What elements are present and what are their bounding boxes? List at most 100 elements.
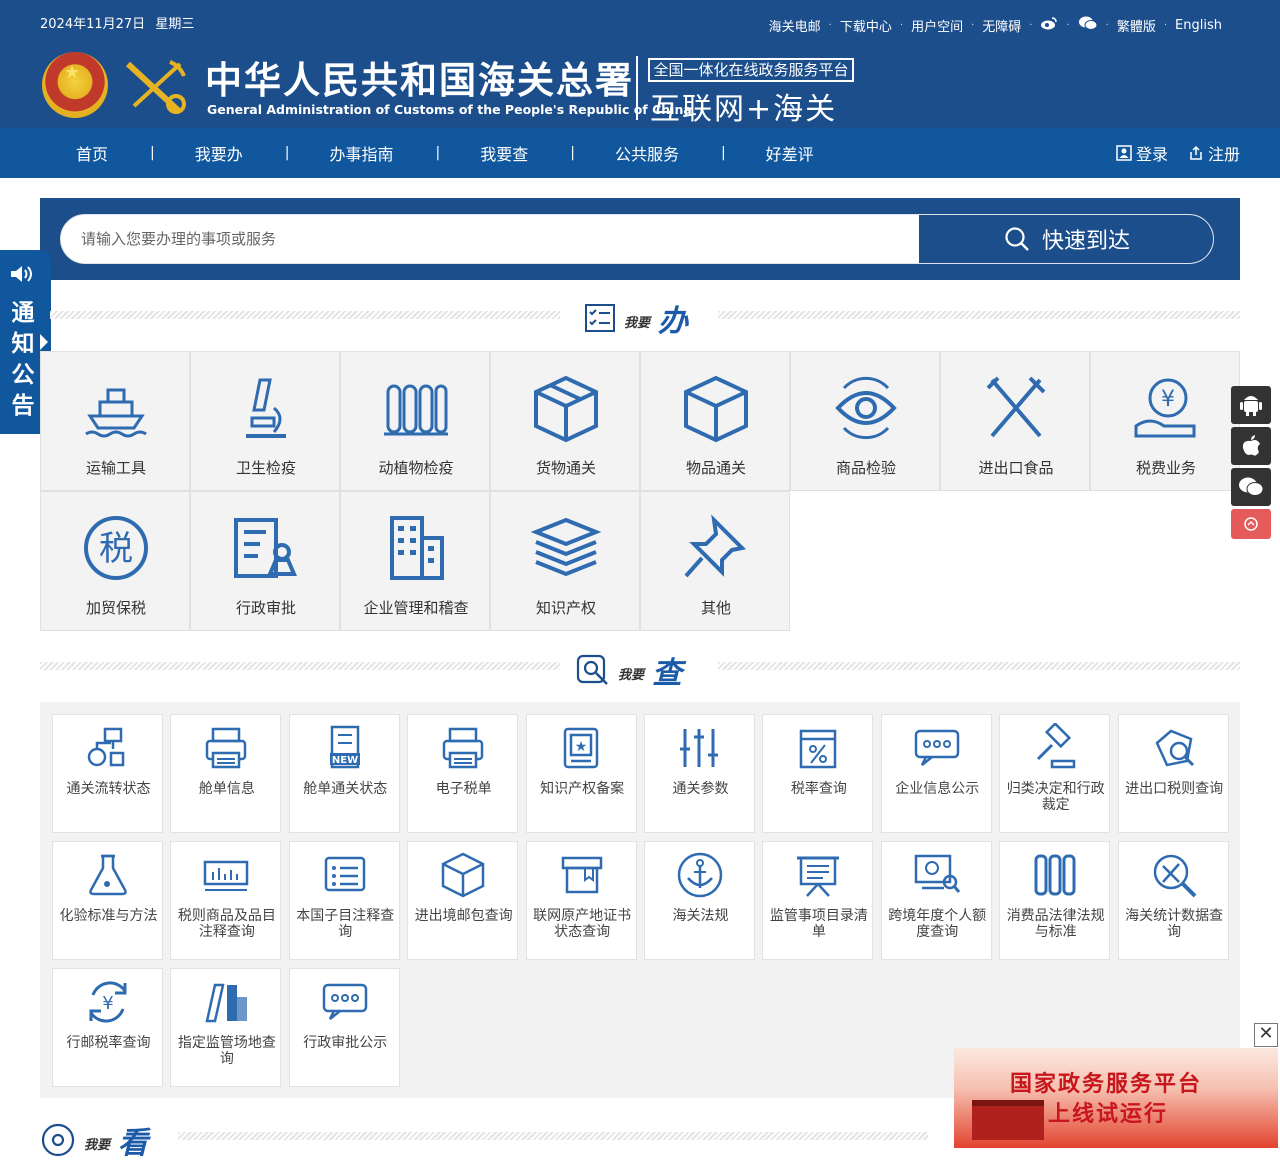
promo-line-2: 上线试运行 [1048, 1102, 1169, 1127]
query-item[interactable]: 联网原产地证书状态查询 [525, 841, 637, 960]
link-customs-email[interactable]: 海关电邮 [761, 16, 829, 35]
nav-query[interactable]: 我要查 [480, 141, 570, 165]
search-input[interactable] [81, 215, 901, 263]
query-item-label: 海关法规 [672, 908, 729, 924]
query-item[interactable]: 通关流转状态 [52, 714, 163, 833]
ban-item[interactable]: 其他 [640, 491, 790, 631]
query-item-label: 进出口税则查询 [1125, 781, 1224, 797]
date-display: 2024年11月27日 星期三 [40, 13, 194, 32]
query-item[interactable]: 进出口税则查询 [1117, 714, 1229, 833]
ban-item[interactable]: 动植物检疫 [340, 351, 490, 491]
ship-icon [85, 388, 147, 438]
ban-item-label: 加贸保税 [85, 599, 146, 617]
wechat-side-icon[interactable] [1231, 468, 1271, 506]
query-item[interactable]: 海关法规 [644, 841, 755, 960]
promo-close-button[interactable]: ✕ [1254, 1023, 1278, 1047]
apple-icon[interactable] [1231, 427, 1271, 465]
quarantine-icon [384, 384, 448, 436]
nav-guide[interactable]: 办事指南 [329, 141, 435, 165]
site-title-cn[interactable]: 中华人民共和国海关总署 [205, 50, 634, 104]
nav-handle[interactable]: 我要办 [195, 141, 285, 165]
query-item[interactable]: 通关参数 [644, 714, 755, 833]
android-icon[interactable] [1231, 386, 1271, 424]
ban-item[interactable]: 卫生检疫 [190, 351, 340, 491]
link-accessibility[interactable]: 无障碍 [974, 16, 1029, 35]
back-to-top-icon[interactable] [1231, 509, 1271, 539]
flask-icon [89, 854, 127, 896]
approval-icon [234, 518, 298, 578]
books-icon [530, 517, 602, 577]
ban-item[interactable]: 运输工具 [40, 351, 190, 491]
weibo-icon[interactable] [1032, 16, 1066, 34]
ban-item[interactable]: 货物通关 [490, 351, 640, 491]
link-traditional[interactable]: 繁體版 [1109, 16, 1164, 35]
section-cha-big: 查 [652, 656, 683, 691]
link-english[interactable]: English [1167, 18, 1230, 33]
national-emblem-icon: ★ [42, 52, 108, 118]
query-item[interactable]: ★ 知识产权备案 [525, 714, 637, 833]
query-item-label: 通关参数 [672, 781, 729, 797]
query-item[interactable]: NEW 舱单通关状态 [288, 714, 400, 833]
tiananmen-icon [972, 1100, 1044, 1140]
svg-text:NEW: NEW [332, 755, 358, 766]
site-title-en: General Administration of Customs of the… [207, 102, 692, 117]
ban-item-label: 行政审批 [235, 599, 296, 617]
quick-reach-button[interactable]: 快速到达 [919, 215, 1213, 263]
query-item[interactable]: 跨境年度个人额度查询 [880, 841, 992, 960]
ban-item[interactable]: 物品通关 [640, 351, 790, 491]
query-item[interactable]: 海关统计数据查询 [1117, 841, 1229, 960]
nav-home[interactable]: 首页 [52, 141, 150, 165]
ban-item-label: 进出口食品 [978, 459, 1054, 477]
query-item[interactable]: 企业信息公示 [880, 714, 992, 833]
wechat-icon[interactable] [1070, 15, 1106, 35]
link-user-space[interactable]: 用户空间 [903, 16, 971, 35]
yuan-hand-icon: ¥ [1134, 378, 1196, 438]
query-item[interactable]: 化验标准与方法 [52, 841, 163, 960]
ban-item[interactable]: ¥ 税费业务 [1090, 351, 1240, 491]
yuan-cycle-icon: ¥ [89, 981, 127, 1023]
manifest-new-icon: NEW [329, 725, 360, 769]
query-item-label: 电子税单 [435, 781, 492, 797]
login-button[interactable]: 登录 [1116, 141, 1168, 165]
share-icon [1190, 145, 1202, 160]
query-item[interactable]: ¥ 行邮税率查询 [52, 968, 163, 1087]
query-item[interactable]: 行政审批公示 [288, 968, 400, 1087]
ban-item[interactable]: 商品检验 [790, 351, 940, 491]
register-button[interactable]: 注册 [1188, 141, 1240, 165]
nav-evaluation[interactable]: 好差评 [766, 141, 856, 165]
section-ban-big: 办 [658, 304, 689, 339]
ban-item[interactable]: 知识产权 [490, 491, 640, 631]
link-download-center[interactable]: 下载中心 [832, 16, 900, 35]
search-box: 快速到达 [60, 214, 1214, 264]
main-nav: 首页 | 我要办 | 办事指南 | 我要查 | 公共服务 | 好差评 登录 注册 [0, 128, 1280, 178]
anchor-icon [677, 852, 723, 898]
ban-item[interactable]: 企业管理和稽查 [340, 491, 490, 631]
query-item[interactable]: 舱单信息 [170, 714, 282, 833]
stats-search-icon [1153, 854, 1197, 898]
nav-public-service[interactable]: 公共服务 [615, 141, 721, 165]
query-item-label: 指定监管场地查询 [177, 1035, 276, 1067]
query-item-label: 行政审批公示 [303, 1035, 388, 1051]
promo-banner[interactable]: 国家政务服务平台 上线试运行 [954, 1048, 1278, 1148]
query-item[interactable]: 消费品法律法规与标准 [999, 841, 1111, 960]
query-item-label: 舱单信息 [198, 781, 255, 797]
query-item[interactable]: 指定监管场地查询 [170, 968, 282, 1087]
chat-dots-icon [914, 729, 960, 766]
platform-box-label: 全国一体化在线政务服务平台 [648, 58, 854, 82]
ban-item[interactable]: 进出口食品 [940, 351, 1090, 491]
section-stripe-left [50, 311, 560, 319]
query-item[interactable]: 进出境邮包查询 [407, 841, 519, 960]
query-item-label: 监管事项目录清单 [769, 908, 868, 940]
query-item[interactable]: 监管事项目录清单 [762, 841, 874, 960]
query-item[interactable]: 税率查询 [762, 714, 874, 833]
eye-inspect-icon [835, 376, 897, 440]
query-item[interactable]: 归类决定和行政裁定 [999, 714, 1111, 833]
ban-item[interactable]: 税加贸保税 [40, 491, 190, 631]
query-item[interactable]: 本国子目注释查询 [288, 841, 400, 960]
query-item[interactable]: 电子税单 [407, 714, 519, 833]
ban-item[interactable]: 行政审批 [190, 491, 340, 631]
cargo-box-icon [534, 375, 598, 443]
query-item[interactable]: 税则商品及品目注释查询 [170, 841, 282, 960]
user-icon [1116, 145, 1132, 161]
speaker-icon [11, 266, 32, 282]
